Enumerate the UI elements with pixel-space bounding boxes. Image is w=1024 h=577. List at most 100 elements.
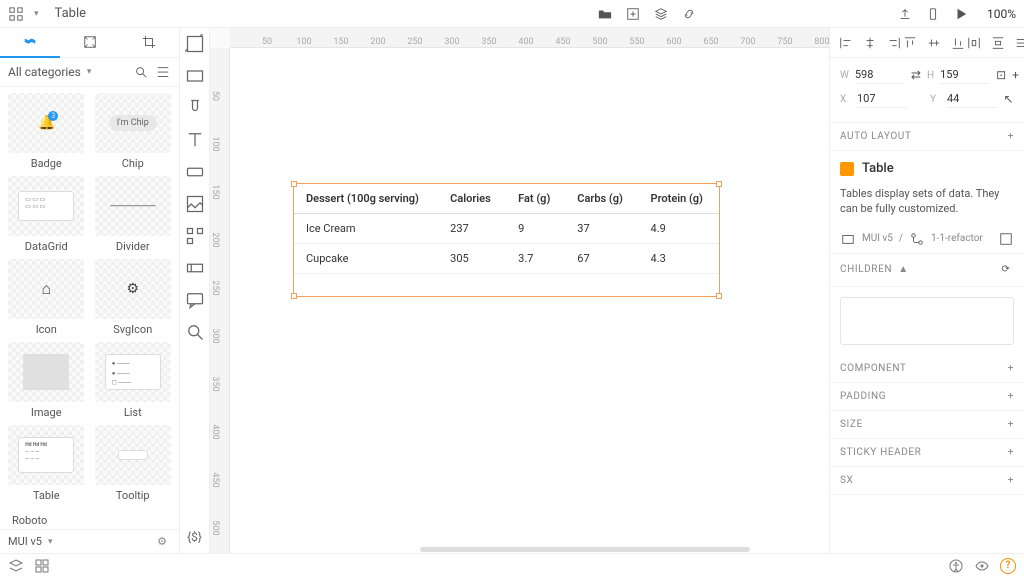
resize-handle-tl[interactable] bbox=[291, 181, 297, 187]
chevron-down-icon[interactable]: ▾ bbox=[34, 9, 39, 19]
list-view-icon[interactable] bbox=[155, 64, 171, 80]
link-icon[interactable] bbox=[681, 6, 697, 22]
height-input[interactable] bbox=[940, 66, 990, 84]
input-icon[interactable] bbox=[185, 258, 205, 278]
resize-handle-bl[interactable] bbox=[291, 293, 297, 299]
version-selector[interactable]: MUI v5▾ bbox=[8, 535, 53, 548]
distribute-h-icon[interactable] bbox=[966, 35, 982, 51]
ruler-vertical: 50100150200250300350400450500 bbox=[210, 48, 230, 553]
table-row: Ice Cream2379374.9 bbox=[294, 214, 719, 244]
path-branch: 1-1-refactor bbox=[931, 233, 983, 244]
play-icon[interactable] bbox=[953, 6, 969, 22]
resize-handle-br[interactable] bbox=[716, 293, 722, 299]
link-wh-icon[interactable]: ⇄ bbox=[911, 67, 921, 83]
collapse-icon[interactable] bbox=[998, 231, 1014, 247]
palette-item-svgicon[interactable]: ⚙ SvgIcon bbox=[93, 259, 174, 336]
palette-item-divider[interactable]: Divider bbox=[93, 176, 174, 253]
section-size[interactable]: SIZE+ bbox=[830, 411, 1024, 439]
palette-item-chip[interactable]: I'm Chip Chip bbox=[93, 93, 174, 170]
eye-icon[interactable] bbox=[974, 558, 990, 574]
reset-icon[interactable]: ⟳ bbox=[998, 262, 1014, 278]
gear-icon[interactable]: ⚙ bbox=[153, 535, 171, 548]
w-label: W bbox=[840, 70, 849, 81]
x-input[interactable] bbox=[857, 90, 907, 108]
app-menu-icon[interactable] bbox=[8, 6, 24, 22]
frame-icon bbox=[82, 34, 98, 50]
section-component[interactable]: COMPONENT+ bbox=[830, 355, 1024, 383]
tool-column: {$} bbox=[180, 28, 210, 553]
palette-tab-frames[interactable] bbox=[60, 28, 120, 58]
add-frame-icon[interactable] bbox=[185, 34, 205, 54]
package-icon bbox=[840, 231, 856, 247]
image-icon[interactable] bbox=[185, 194, 205, 214]
canvas-area[interactable]: 5010015020025030035040045050055060065070… bbox=[210, 28, 829, 553]
section-sx[interactable]: SX+ bbox=[830, 467, 1024, 495]
h-label: H bbox=[927, 70, 934, 81]
palette-item-list[interactable]: ● ───● ───◻ ─── List bbox=[93, 342, 174, 419]
align-right-icon[interactable] bbox=[886, 35, 902, 51]
add-page-icon[interactable] bbox=[625, 6, 641, 22]
table-header: Fat (g) bbox=[506, 184, 565, 214]
help-icon[interactable]: ? bbox=[1000, 558, 1016, 574]
search-tool-icon[interactable] bbox=[185, 322, 205, 342]
width-input[interactable] bbox=[855, 66, 905, 84]
align-top-icon[interactable] bbox=[902, 35, 918, 51]
mui-icon bbox=[22, 34, 38, 50]
device-icon[interactable] bbox=[925, 6, 941, 22]
align-center-h-icon[interactable] bbox=[862, 35, 878, 51]
auto-layout-header[interactable]: AUTO LAYOUT+ bbox=[830, 123, 1024, 151]
resize-handle-tr[interactable] bbox=[716, 181, 722, 187]
table-header: Calories bbox=[438, 184, 506, 214]
add-dim-icon[interactable]: + bbox=[1012, 67, 1019, 83]
folder-icon[interactable] bbox=[597, 6, 613, 22]
y-label: Y bbox=[930, 94, 941, 105]
upload-icon[interactable] bbox=[897, 6, 913, 22]
children-dropzone[interactable] bbox=[840, 297, 1014, 345]
section-padding[interactable]: PADDING+ bbox=[830, 383, 1024, 411]
page-title: Table bbox=[55, 6, 86, 21]
text-icon[interactable] bbox=[185, 130, 205, 150]
align-bottom-icon[interactable] bbox=[950, 35, 966, 51]
cursor-icon[interactable]: ↖ bbox=[1003, 91, 1014, 107]
align-left-icon[interactable] bbox=[838, 35, 854, 51]
palette-tab-crop[interactable] bbox=[119, 28, 179, 58]
button-icon[interactable] bbox=[185, 162, 205, 182]
align-center-v-icon[interactable] bbox=[926, 35, 942, 51]
constrain-icon[interactable]: ⊡ bbox=[996, 67, 1006, 83]
stack-icon[interactable] bbox=[8, 558, 24, 574]
qr-icon[interactable] bbox=[185, 226, 205, 246]
bottom-bar: ? bbox=[0, 553, 1024, 577]
palette-item-badge[interactable]: 🔔3 Badge bbox=[6, 93, 87, 170]
grid-icon[interactable] bbox=[34, 558, 50, 574]
ruler-horizontal: 5010015020025030035040045050055060065070… bbox=[230, 28, 829, 48]
distribute-v-icon[interactable] bbox=[990, 35, 1006, 51]
left-statusbar: MUI v5▾ ⚙ bbox=[0, 529, 179, 553]
table-header: Dessert (100g serving) bbox=[294, 184, 438, 214]
palette-item-icon[interactable]: ⌂ Icon bbox=[6, 259, 87, 336]
search-icon[interactable] bbox=[133, 64, 149, 80]
children-header[interactable]: CHILDREN ▲ ⟳ bbox=[830, 254, 1024, 287]
brush-icon[interactable] bbox=[185, 98, 205, 118]
chat-icon[interactable] bbox=[185, 290, 205, 310]
table-selection[interactable]: Dessert (100g serving)CaloriesFat (g)Car… bbox=[293, 183, 720, 297]
x-label: X bbox=[840, 94, 851, 105]
category-select[interactable]: All categories▾ bbox=[8, 65, 127, 79]
variables-icon[interactable]: {$} bbox=[185, 527, 205, 547]
table-header: Carbs (g) bbox=[565, 184, 638, 214]
palette-item-table[interactable]: Hd Hd Hd— — —— — — Table bbox=[6, 425, 87, 502]
palette-tab-components[interactable] bbox=[0, 28, 60, 58]
layers-icon[interactable] bbox=[653, 6, 669, 22]
y-input[interactable] bbox=[947, 90, 997, 108]
palette-item-tooltip[interactable]: Tooltip bbox=[93, 425, 174, 502]
gear-icon-thumb: ⚙ bbox=[126, 281, 139, 297]
home-icon: ⌂ bbox=[41, 279, 51, 299]
section-sticky-header[interactable]: STICKY HEADER+ bbox=[830, 439, 1024, 467]
component-grid: 🔔3 Badge I'm Chip Chip ▭ ▭ ▭▭ ▭ ▭ DataGr… bbox=[0, 87, 179, 529]
palette-item-datagrid[interactable]: ▭ ▭ ▭▭ ▭ ▭ DataGrid bbox=[6, 176, 87, 253]
more-align-icon[interactable] bbox=[1014, 35, 1024, 51]
zoom-level[interactable]: 100% bbox=[987, 7, 1016, 21]
palette-item-image[interactable]: Image bbox=[6, 342, 87, 419]
horizontal-scrollbar[interactable] bbox=[420, 547, 750, 552]
rectangle-icon[interactable] bbox=[185, 66, 205, 86]
accessibility-icon[interactable] bbox=[948, 558, 964, 574]
